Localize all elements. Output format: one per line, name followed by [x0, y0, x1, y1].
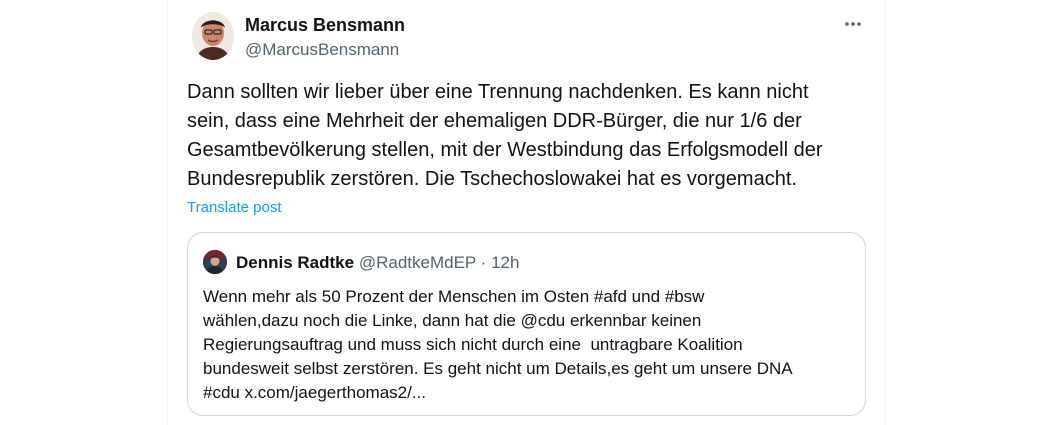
tweet-text-line: Gesamtbevölkerung stellen, mit der Westb… [187, 139, 823, 161]
quoted-timestamp[interactable]: 12h [491, 253, 519, 272]
quoted-header: Dennis Radtke @RadtkeMdEP · 12h [236, 251, 519, 275]
quoted-text-line: #cdu x.com/jaegerthomas2/... [203, 383, 427, 402]
quoted-text-line: wählen,dazu noch die Linke, dann hat die… [203, 311, 702, 330]
quoted-author-avatar-image [203, 250, 227, 274]
author-name[interactable]: Marcus Bensmann [245, 14, 405, 36]
translate-post-link[interactable]: Translate post [187, 198, 282, 218]
quoted-text-line: Wenn mehr als 50 Prozent der Menschen im… [203, 287, 705, 306]
tweet-text: Dann sollten wir lieber über eine Trennu… [187, 78, 877, 194]
quoted-author-name[interactable]: Dennis Radtke [236, 253, 354, 272]
tweet-text-line: Bundesrepublik zerstören. Die Tschechosl… [187, 168, 797, 190]
tweet-text-line: Dann sollten wir lieber über eine Trennu… [187, 81, 809, 103]
quoted-tweet[interactable]: Dennis Radtke @RadtkeMdEP · 12h Wenn meh… [187, 232, 866, 416]
quoted-author-avatar[interactable] [203, 250, 227, 274]
more-horizontal-icon[interactable] [843, 14, 863, 34]
author-handle[interactable]: @MarcusBensmann [245, 39, 405, 61]
tweet-text-line: sein, dass eine Mehrheit der ehemaligen … [187, 110, 802, 132]
author-avatar-image [192, 12, 234, 60]
quoted-text-line: Regierungsauftrag und muss sich nicht du… [203, 335, 743, 354]
separator-dot: · [480, 253, 487, 272]
quoted-author-handle[interactable]: @RadtkeMdEP [359, 253, 476, 272]
author-info[interactable]: Marcus Bensmann @MarcusBensmann [245, 14, 405, 61]
quoted-text-line: bundesweit selbst zerstören. Es geht nic… [203, 359, 793, 378]
author-avatar[interactable] [192, 12, 234, 60]
quoted-text: Wenn mehr als 50 Prozent der Menschen im… [203, 285, 853, 405]
tweet-card[interactable]: Marcus Bensmann @MarcusBensmann Dann sol… [167, 0, 885, 425]
